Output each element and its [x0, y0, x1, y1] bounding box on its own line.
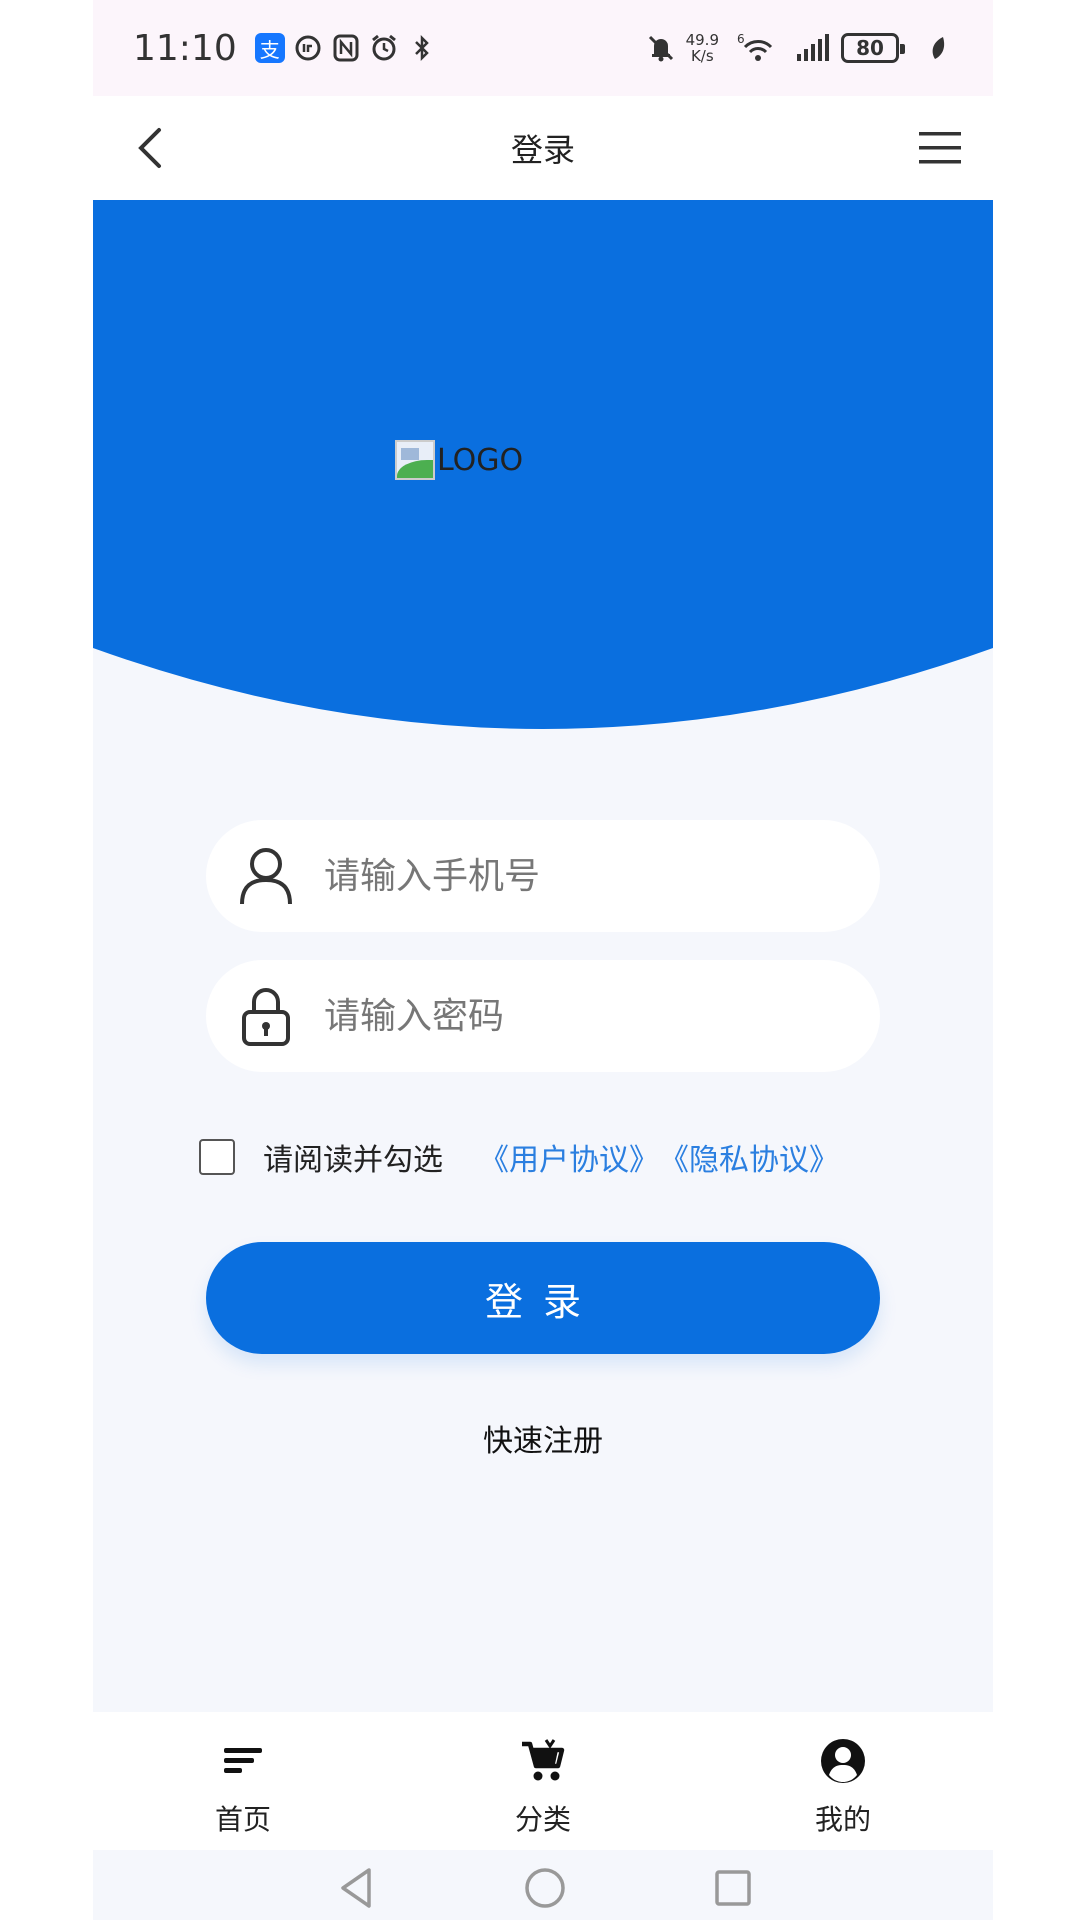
password-field[interactable] [206, 960, 880, 1072]
password-input[interactable] [324, 995, 844, 1037]
leaf-icon [923, 33, 953, 63]
tab-home-label: 首页 [214, 1803, 271, 1836]
bluetooth-icon [407, 33, 437, 63]
tab-home[interactable]: 首页 [93, 1712, 393, 1850]
agree-text: 请阅读并勾选 [263, 1143, 443, 1178]
broken-image-icon [395, 440, 435, 480]
nfc-icon [331, 33, 361, 63]
system-nav-bar [93, 1850, 993, 1920]
battery-icon: 80 [841, 33, 905, 63]
logo: LOGO [395, 440, 523, 480]
hero-background [93, 200, 993, 729]
tab-mine[interactable]: 我的 [693, 1712, 993, 1850]
tab-mine-label: 我的 [814, 1803, 871, 1836]
agreement-row: 请阅读并勾选 《用户协议》 《隐私协议》 [199, 1135, 839, 1179]
nav-bar: 登录 [93, 96, 993, 200]
speed-icon [293, 33, 323, 63]
net-speed-unit: K/s [690, 47, 714, 65]
network-type: 6 [737, 33, 745, 46]
status-time: 11:10 [133, 27, 237, 69]
status-bar: 11:10 支 49.9 K/s 6 80 [93, 0, 993, 96]
system-recents-icon[interactable] [711, 1866, 755, 1910]
phone-screen: 11:10 支 49.9 K/s 6 80 登录 LOGO 请输入手机号 请阅读… [93, 0, 993, 1920]
net-speed: 49.9 K/s [686, 32, 719, 64]
menu-icon[interactable] [917, 126, 963, 170]
system-home-icon[interactable] [523, 1866, 567, 1910]
alarm-icon [369, 33, 399, 63]
user-icon [240, 848, 292, 905]
user-agreement-link[interactable]: 《用户协议》 [479, 1135, 659, 1179]
alipay-icon: 支 [254, 33, 285, 63]
signal-icon [795, 33, 831, 63]
tab-category[interactable]: 分类 [393, 1712, 693, 1850]
user-circle-icon [821, 1739, 865, 1783]
mute-icon [646, 33, 676, 63]
privacy-agreement-link[interactable]: 《隐私协议》 [659, 1135, 839, 1179]
lock-icon [242, 988, 290, 1046]
cart-icon [522, 1739, 565, 1781]
back-arrow-icon[interactable] [127, 122, 175, 174]
hero-banner: LOGO [93, 200, 993, 730]
system-back-icon[interactable] [335, 1866, 379, 1910]
quick-register-link[interactable]: 快速注册 [93, 1416, 993, 1460]
page-title: 登录 [510, 131, 575, 169]
tab-category-label: 分类 [514, 1803, 571, 1836]
menu-lines-icon [224, 1748, 262, 1773]
net-speed-value: 49.9 [685, 31, 719, 49]
wifi-icon: 6 [737, 33, 777, 63]
tab-bar: 首页 分类 我的 [93, 1712, 993, 1850]
login-button[interactable]: 登录 [206, 1242, 880, 1354]
phone-field[interactable] [206, 820, 880, 932]
logo-alt-text: LOGO [437, 442, 524, 478]
phone-input[interactable] [324, 855, 844, 897]
agree-checkbox[interactable] [199, 1139, 235, 1175]
status-right-group: 49.9 K/s 6 80 [638, 32, 953, 64]
